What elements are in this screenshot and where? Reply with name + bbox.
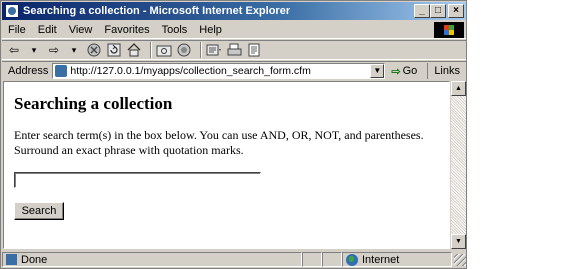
search-icon[interactable] <box>156 42 172 58</box>
status-text-panel: Done <box>2 252 302 267</box>
menu-bar: File Edit View Favorites Tools Help <box>2 21 466 39</box>
title-bar[interactable]: Searching a collection - Microsoft Inter… <box>2 2 466 20</box>
menu-file[interactable]: File <box>2 24 32 36</box>
menu-help[interactable]: Help <box>193 24 228 36</box>
menu-view[interactable]: View <box>63 24 99 36</box>
home-icon[interactable] <box>126 42 142 58</box>
search-input[interactable] <box>14 172 261 188</box>
go-arrow-icon: ⇨ <box>391 65 401 78</box>
edit-page-icon[interactable] <box>246 42 262 58</box>
print-icon[interactable] <box>226 42 242 58</box>
close-button[interactable]: × <box>448 4 464 18</box>
page-content: Searching a collection Enter search term… <box>3 81 450 249</box>
toolbar-separator <box>200 42 202 58</box>
address-field[interactable]: http://127.0.0.1/myapps/collection_searc… <box>52 63 386 79</box>
windows-logo-icon <box>434 22 464 38</box>
favorites-icon[interactable] <box>176 42 192 58</box>
go-label: Go <box>402 65 418 77</box>
forward-dropdown-icon[interactable]: ▾ <box>66 42 82 58</box>
standard-toolbar: ⇦ ▾ ⇨ ▾ <box>2 40 466 60</box>
stop-icon[interactable] <box>86 42 102 58</box>
security-zone-panel: Internet <box>342 252 452 267</box>
ie-page-icon <box>5 4 19 18</box>
resize-grip-icon[interactable] <box>454 253 466 266</box>
status-panel <box>322 252 342 267</box>
address-bar: Address http://127.0.0.1/myapps/collecti… <box>2 61 466 80</box>
scroll-down-icon[interactable]: ▼ <box>451 234 466 249</box>
status-text: Done <box>21 253 48 266</box>
address-dropdown-icon[interactable]: ▼ <box>370 64 385 78</box>
menu-tools[interactable]: Tools <box>156 24 194 36</box>
back-dropdown-icon[interactable]: ▾ <box>26 42 42 58</box>
menu-edit[interactable]: Edit <box>32 24 63 36</box>
menu-favorites[interactable]: Favorites <box>98 24 155 36</box>
mail-icon[interactable] <box>206 42 222 58</box>
window-title: Searching a collection - Microsoft Inter… <box>23 5 291 17</box>
address-label: Address <box>8 65 49 77</box>
internet-zone-icon <box>346 253 358 266</box>
minimize-button[interactable]: _ <box>414 4 430 18</box>
security-zone-label: Internet <box>362 253 400 266</box>
links-button[interactable]: Links <box>427 63 466 79</box>
search-button[interactable]: Search <box>14 202 64 220</box>
status-panel <box>302 252 322 267</box>
window-controls: _ □ × <box>414 4 464 18</box>
refresh-icon[interactable] <box>106 42 122 58</box>
status-bar: Done Internet <box>2 251 466 268</box>
maximize-button[interactable]: □ <box>430 4 446 18</box>
page-icon <box>55 65 68 77</box>
forward-button[interactable]: ⇨ <box>46 42 62 58</box>
browser-window: Searching a collection - Microsoft Inter… <box>0 0 467 269</box>
page-title: Searching a collection <box>14 94 173 113</box>
back-button[interactable]: ⇦ <box>6 42 22 58</box>
go-button[interactable]: ⇨ Go <box>391 65 417 78</box>
address-url[interactable]: http://127.0.0.1/myapps/collection_searc… <box>70 65 370 77</box>
vertical-scrollbar[interactable]: ▲ ▼ <box>451 81 466 249</box>
page-status-icon <box>6 254 17 265</box>
scroll-up-icon[interactable]: ▲ <box>451 81 466 96</box>
toolbar-separator <box>150 42 152 58</box>
search-instructions: Enter search term(s) in the box below. Y… <box>14 128 424 157</box>
